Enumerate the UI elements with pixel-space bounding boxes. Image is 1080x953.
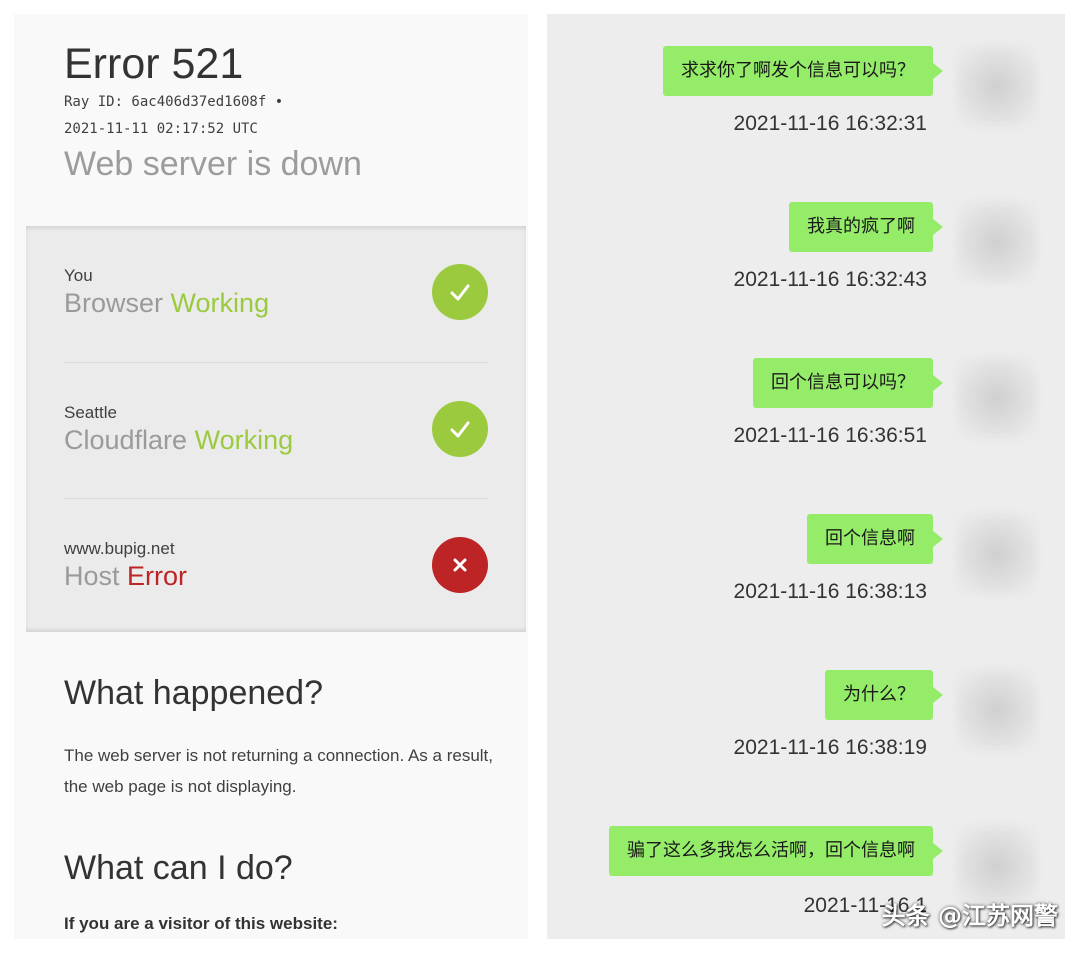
avatar bbox=[955, 356, 1039, 440]
visitor-instructions: If you are a visitor of this website: bbox=[64, 914, 338, 933]
service-state: Error bbox=[127, 561, 188, 591]
error-subtitle: Web server is down bbox=[64, 145, 362, 183]
ray-id: Ray ID: 6ac406d37ed1608f • bbox=[64, 94, 284, 110]
message-bubble[interactable]: 为什么？ bbox=[825, 670, 943, 720]
message-bubble[interactable]: 求求你了啊发个信息可以吗？ bbox=[663, 46, 943, 96]
avatar bbox=[955, 44, 1039, 128]
service-name: Cloudflare bbox=[64, 425, 188, 455]
message-time: 2021-11-16 16:38:13 bbox=[733, 580, 927, 603]
error-page-panel: Error 521 Ray ID: 6ac406d37ed1608f • 202… bbox=[14, 14, 528, 939]
chat-panel: 求求你了啊发个信息可以吗？ 2021-11-16 16:32:31 我真的疯了啊… bbox=[547, 14, 1065, 939]
service-state: Working bbox=[170, 288, 270, 318]
message-bubble[interactable]: 我真的疯了啊 bbox=[789, 202, 943, 252]
status-diagram: You Browser Working Seattle Cloudflare W… bbox=[26, 226, 526, 632]
message-bubble[interactable]: 骗了这么多我怎么活啊，回个信息啊 bbox=[609, 826, 943, 876]
check-icon bbox=[432, 401, 488, 457]
message-time: 2021-11-16 16:36:51 bbox=[733, 424, 927, 447]
avatar bbox=[955, 668, 1039, 752]
message-bubble[interactable]: 回个信息可以吗？ bbox=[753, 358, 943, 408]
x-icon bbox=[432, 537, 488, 593]
service-name: Browser bbox=[64, 288, 164, 318]
error-title: Error 521 bbox=[64, 40, 244, 88]
status-location: You bbox=[64, 266, 93, 285]
status-service: Host Error bbox=[64, 561, 187, 592]
status-row-browser: You Browser Working bbox=[64, 226, 488, 362]
service-name: Host bbox=[64, 561, 120, 591]
message-time: 2021-11-16 16:32:43 bbox=[733, 268, 927, 291]
what-can-i-do-heading: What can I do? bbox=[64, 849, 293, 887]
status-row-cloudflare: Seattle Cloudflare Working bbox=[64, 362, 488, 499]
check-icon bbox=[432, 264, 488, 320]
status-location: www.bupig.net bbox=[64, 539, 175, 558]
avatar bbox=[955, 200, 1039, 284]
source-watermark: 头条 @江苏网警 bbox=[881, 902, 1058, 930]
status-service: Cloudflare Working bbox=[64, 425, 293, 456]
service-state: Working bbox=[194, 425, 294, 455]
status-row-host: www.bupig.net Host Error bbox=[64, 498, 488, 635]
message-time: 2021-11-16 16:32:31 bbox=[733, 112, 927, 135]
message-bubble[interactable]: 回个信息啊 bbox=[807, 514, 943, 564]
status-service: Browser Working bbox=[64, 288, 269, 319]
status-location: Seattle bbox=[64, 403, 117, 422]
what-happened-text: The web server is not returning a connec… bbox=[64, 746, 494, 796]
message-time: 2021-11-16 16:38:19 bbox=[733, 736, 927, 759]
avatar bbox=[955, 512, 1039, 596]
error-timestamp: 2021-11-11 02:17:52 UTC bbox=[64, 121, 258, 137]
what-happened-heading: What happened? bbox=[64, 674, 323, 712]
